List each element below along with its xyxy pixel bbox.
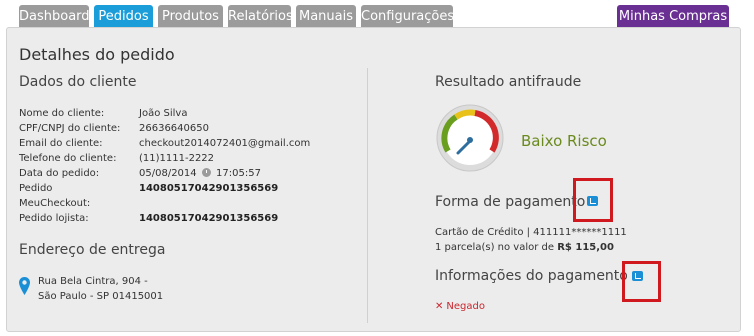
payment-card-line: Cartão de Crédito | 411111******1111 [435, 227, 627, 238]
edit-icon[interactable] [587, 196, 598, 206]
page-title: Detalhes do pedido [19, 45, 175, 64]
customer-email-label: Email do cliente: [19, 138, 103, 149]
order-date-label: Data do pedido: [19, 168, 100, 179]
order-details-panel: Detalhes do pedido Dados do cliente Nome… [6, 27, 741, 332]
tab-configuracoes[interactable]: Configurações [361, 5, 454, 28]
order-id-value: 14080517042901356569 [139, 183, 279, 194]
payment-info-edit-highlight [622, 261, 661, 302]
customer-name-label: Nome do cliente: [19, 108, 105, 119]
payment-info-heading: Informações do pagamento [435, 268, 628, 284]
customer-email-value: checkout2014072401@gmail.com [139, 138, 311, 149]
address-heading: Endereço de entrega [19, 242, 166, 258]
customer-name-value: João Silva [139, 108, 188, 119]
order-time: 17:05:57 [216, 168, 261, 179]
column-divider [367, 68, 368, 323]
payment-status-label: Negado [446, 301, 485, 312]
clock-icon [201, 168, 211, 177]
tab-dashboard[interactable]: Dashboard [19, 5, 90, 28]
merchant-order-value: 14080517042901356569 [139, 213, 279, 224]
tab-minhas-compras[interactable]: Minhas Compras [617, 5, 729, 28]
installments-prefix: 1 parcela(s) no valor de [435, 242, 555, 253]
customer-phone-value: (11)1111-2222 [139, 153, 215, 164]
risk-gauge-icon [436, 104, 504, 172]
tab-pedidos[interactable]: Pedidos [94, 5, 153, 28]
tab-manuais[interactable]: Manuais [296, 5, 356, 28]
antifraud-heading: Resultado antifraude [435, 74, 582, 90]
risk-result: Baixo Risco [521, 132, 607, 150]
meucheckout-label: MeuCheckout: [19, 198, 91, 209]
order-date: 05/08/2014 [139, 168, 197, 179]
payment-installments: 1 parcela(s) no valor de R$ 115,00 [435, 242, 614, 253]
customer-heading: Dados do cliente [19, 74, 137, 90]
installments-amount: R$ 115,00 [557, 242, 614, 253]
customer-cpf-value: 26636640650 [139, 123, 209, 134]
order-date-value: 05/08/2014 17:05:57 [139, 168, 261, 179]
edit-icon[interactable] [632, 271, 643, 281]
payment-heading: Forma de pagamento [435, 194, 586, 210]
customer-phone-label: Telefone do cliente: [19, 153, 117, 164]
customer-cpf-label: CPF/CNPJ do cliente: [19, 123, 121, 134]
merchant-order-label: Pedido lojista: [19, 213, 89, 224]
tab-relatorios[interactable]: Relatórios [228, 5, 293, 28]
address-line-2: São Paulo - SP 01415001 [38, 291, 164, 302]
order-id-label: Pedido [19, 183, 53, 194]
map-pin-icon [19, 277, 30, 295]
payment-status: ✕ Negado [435, 301, 485, 312]
close-icon: ✕ [435, 301, 444, 312]
tab-produtos[interactable]: Produtos [158, 5, 223, 28]
address-line-1: Rua Bela Cintra, 904 - [38, 276, 148, 287]
